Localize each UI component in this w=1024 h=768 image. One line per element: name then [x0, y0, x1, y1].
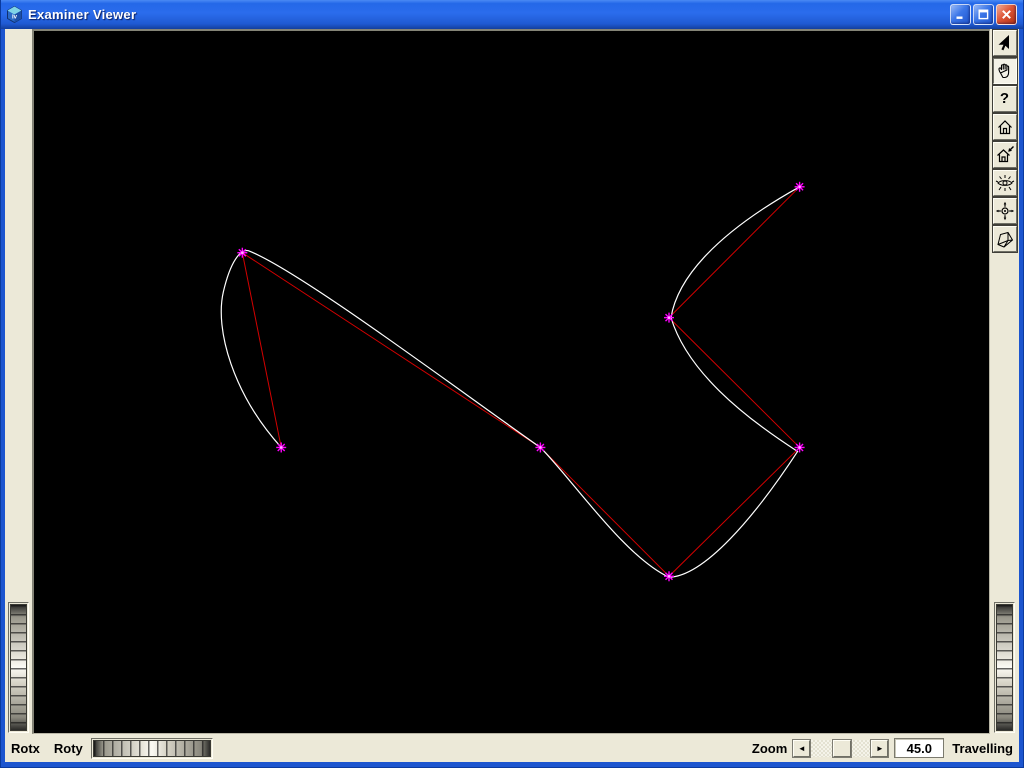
dolly-thumbwheel[interactable] [994, 602, 1015, 733]
home-icon [995, 117, 1015, 137]
viewer-body: ? [5, 29, 1019, 734]
hand-icon [995, 61, 1015, 81]
window-title: Examiner Viewer [28, 7, 948, 22]
left-arrow-icon: ◄ [798, 744, 806, 753]
right-toolbar-panel: ? [990, 29, 1019, 734]
zoom-slider-group: Zoom ◄ ► 45.0 Travelling [752, 738, 1015, 758]
minimize-icon [955, 9, 966, 20]
mode-label: Travelling [952, 741, 1013, 756]
cursor-arrow-icon [995, 33, 1015, 53]
set-home-button[interactable] [993, 142, 1017, 168]
seek-crosshair-icon [995, 201, 1015, 221]
pick-mode-button[interactable] [993, 30, 1017, 56]
zoom-value-field[interactable]: 45.0 [894, 738, 944, 758]
view-all-button[interactable] [993, 170, 1017, 196]
zoom-label: Zoom [752, 741, 787, 756]
seek-button[interactable] [993, 198, 1017, 224]
view-mode-button[interactable] [993, 58, 1017, 84]
zoom-slider-thumb[interactable] [833, 740, 851, 757]
maximize-button[interactable] [973, 4, 994, 25]
rotx-thumbwheel[interactable] [91, 738, 213, 759]
camera-type-button[interactable] [993, 226, 1017, 252]
titlebar[interactable]: iv Examiner Viewer [1, 0, 1023, 29]
dolly-thumbwheel-ridges[interactable] [996, 604, 1013, 731]
rotx-thumbwheel-ridges[interactable] [93, 740, 211, 757]
help-button[interactable]: ? [993, 86, 1017, 112]
maximize-icon [978, 9, 989, 20]
zoom-slider-track[interactable] [811, 740, 870, 757]
rotx-label: Rotx [11, 741, 40, 756]
home-set-icon [995, 145, 1015, 165]
roty-thumbwheel[interactable] [8, 602, 29, 733]
roty-thumbwheel-ridges[interactable] [10, 604, 27, 731]
bottom-decoration-bar: Rotx Roty Zoom ◄ ► 45.0 Travelling [5, 734, 1019, 762]
examiner-viewer-window: iv Examiner Viewer [0, 0, 1024, 768]
roty-label: Roty [54, 741, 83, 756]
zoom-slider-left-button[interactable]: ◄ [793, 740, 810, 757]
inventor-cube-icon: iv [6, 6, 23, 23]
right-arrow-icon: ► [876, 744, 884, 753]
bspline-scene[interactable] [34, 31, 989, 733]
left-trim-panel [5, 29, 32, 734]
render-canvas[interactable] [32, 29, 990, 734]
close-icon [1001, 9, 1012, 20]
zoom-slider-right-button[interactable]: ► [871, 740, 888, 757]
eye-rays-icon [995, 173, 1015, 193]
question-mark-icon: ? [1000, 90, 1009, 107]
svg-text:iv: iv [12, 14, 18, 20]
close-button[interactable] [996, 4, 1017, 25]
minimize-button[interactable] [950, 4, 971, 25]
frustum-icon [995, 229, 1015, 249]
home-button[interactable] [993, 114, 1017, 140]
